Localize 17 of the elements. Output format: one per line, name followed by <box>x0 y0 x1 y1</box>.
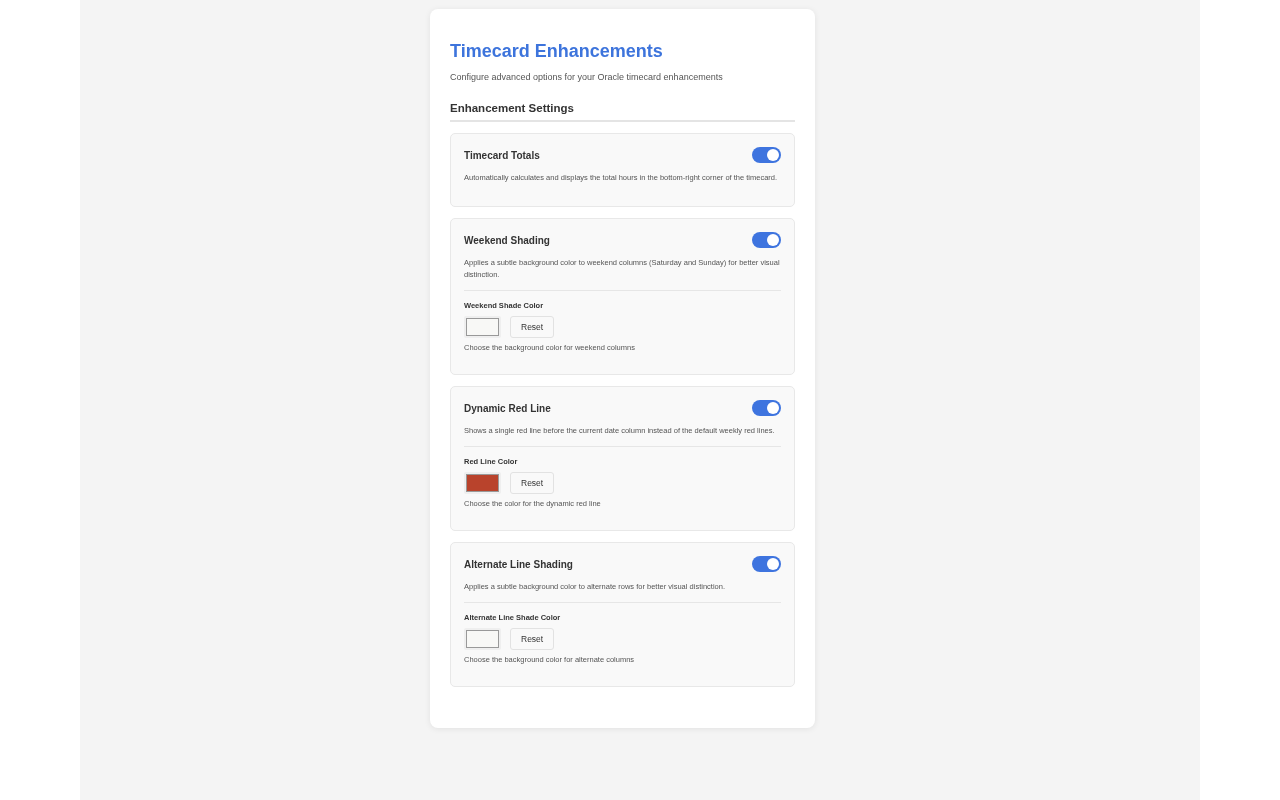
color-picker[interactable] <box>464 472 501 494</box>
color-picker[interactable] <box>464 316 501 338</box>
reset-button[interactable]: Reset <box>510 628 555 650</box>
toggle-switch[interactable] <box>752 147 781 163</box>
toggle-switch[interactable] <box>752 232 781 248</box>
setting-title: Dynamic Red Line <box>464 402 551 414</box>
section-title: Enhancement Settings <box>450 102 795 122</box>
setting-title: Timecard Totals <box>464 149 540 161</box>
reset-button[interactable]: Reset <box>510 316 555 338</box>
setting-title: Alternate Line Shading <box>464 558 573 570</box>
page-title: Timecard Enhancements <box>450 41 664 62</box>
page-subtitle: Configure advanced options for your Oracle timecard enhancements <box>450 72 724 82</box>
toggle-switch[interactable] <box>752 400 781 416</box>
setting-title: Weekend Shading <box>464 234 550 246</box>
toggle-switch[interactable] <box>752 556 781 572</box>
color-picker[interactable] <box>464 628 501 650</box>
reset-button[interactable]: Reset <box>510 472 555 494</box>
